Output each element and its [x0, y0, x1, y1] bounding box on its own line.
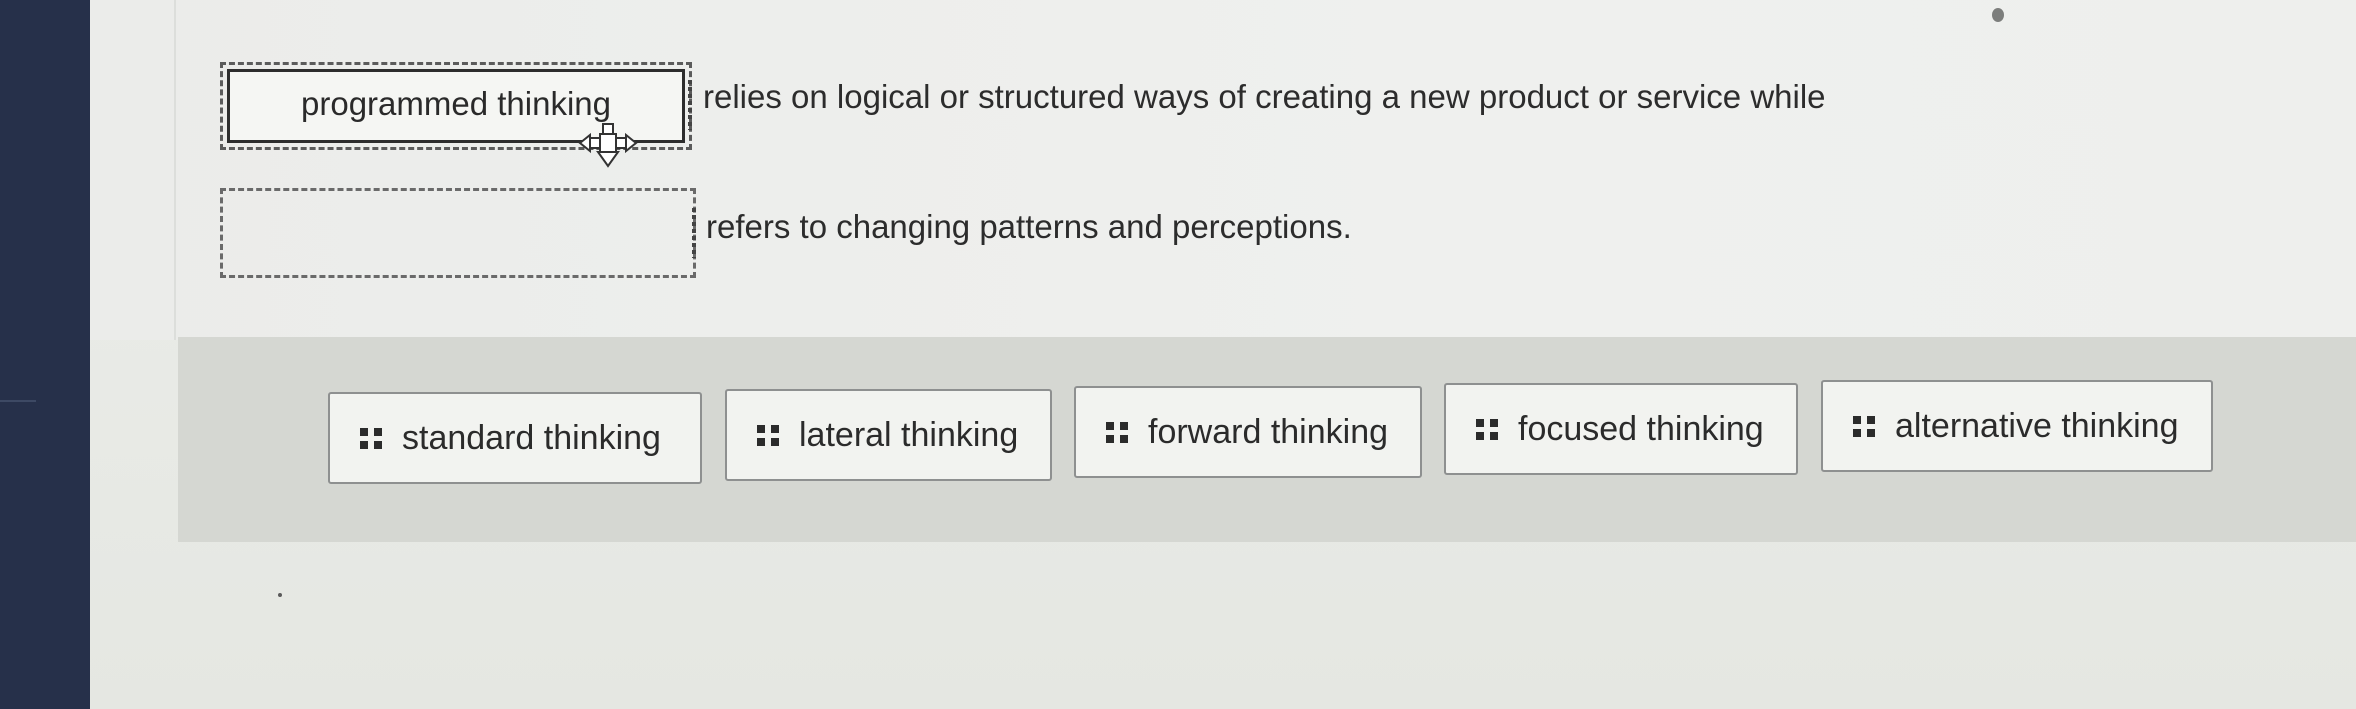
option-label: standard thinking	[402, 418, 661, 457]
drop-zone-2[interactable]	[220, 188, 696, 278]
option-chip-standard-thinking[interactable]: standard thinking	[328, 392, 702, 484]
placed-answer-label: programmed thinking	[301, 85, 611, 122]
drag-grip-icon	[1106, 421, 1128, 443]
screen-speck	[278, 593, 282, 597]
drag-grip-icon	[757, 424, 779, 446]
drag-grip-icon	[360, 427, 382, 449]
option-label: lateral thinking	[799, 415, 1019, 454]
statement-1-text: relies on logical or structured ways of …	[703, 78, 1826, 115]
drop-zone-edge-marker	[688, 80, 692, 130]
drag-grip-icon	[1853, 415, 1875, 437]
screen-speck	[1992, 8, 2004, 22]
drag-grip-icon	[1476, 418, 1498, 440]
option-chip-forward-thinking[interactable]: forward thinking	[1074, 386, 1422, 478]
left-sidebar	[0, 0, 90, 709]
sidebar-divider	[0, 400, 36, 402]
option-label: forward thinking	[1148, 412, 1389, 451]
statement-2-text: refers to changing patterns and percepti…	[706, 208, 1352, 245]
content-edge-divider	[174, 0, 176, 340]
move-cursor-icon	[578, 123, 638, 168]
question-area	[90, 0, 2356, 340]
option-chip-alternative-thinking[interactable]: alternative thinking	[1821, 380, 2213, 472]
option-label: focused thinking	[1518, 409, 1764, 448]
option-label: alternative thinking	[1895, 406, 2179, 445]
option-chip-lateral-thinking[interactable]: lateral thinking	[725, 389, 1052, 481]
option-chip-focused-thinking[interactable]: focused thinking	[1444, 383, 1798, 475]
drop-zone-edge-marker	[692, 208, 696, 258]
